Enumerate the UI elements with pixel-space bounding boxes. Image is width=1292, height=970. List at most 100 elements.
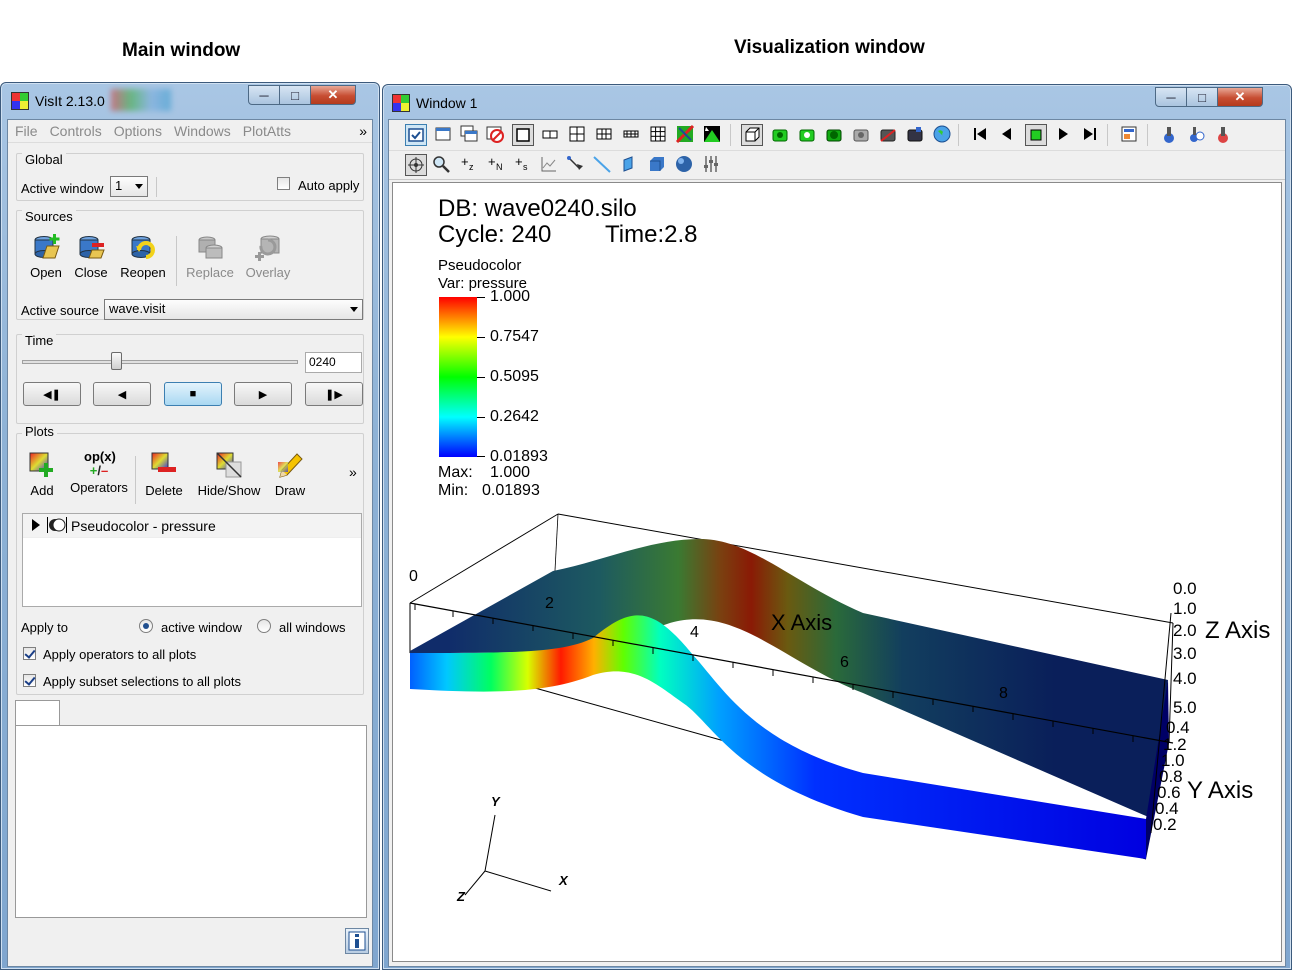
apply-active-window-radio[interactable]	[139, 619, 153, 633]
save-image-icon[interactable]	[878, 124, 900, 146]
step-back-icon: ◀❚	[43, 388, 61, 401]
overlay-button[interactable]: Overlay	[242, 232, 294, 280]
menu-options[interactable]: Options	[114, 123, 162, 139]
close-database-icon	[79, 236, 105, 259]
hide-show-button[interactable]: Hide/Show	[194, 450, 264, 498]
maximize-button[interactable]: □	[279, 85, 311, 105]
last-frame-icon[interactable]	[1080, 124, 1102, 146]
invert-colors-icon[interactable]	[675, 124, 697, 146]
operators-icon: op(x) +/–	[84, 449, 116, 478]
delete-plot-button[interactable]: Delete	[142, 450, 186, 498]
add-window-icon[interactable]	[433, 124, 455, 146]
spreadsheet-pick-icon[interactable]: + s	[512, 154, 534, 176]
x-tick-label: 8	[999, 685, 1008, 702]
pick-tool-icon[interactable]	[1159, 124, 1181, 146]
time-slider-handle[interactable]	[110, 352, 122, 370]
layout-2x2-icon[interactable]	[567, 124, 589, 146]
apply-operators-checkbox[interactable]	[23, 647, 36, 660]
active-source-select[interactable]: wave.visit	[104, 299, 363, 320]
stop-button[interactable]: ■	[164, 382, 222, 406]
plot-list[interactable]: Pseudocolor - pressure	[22, 513, 362, 607]
menu-more-chevron[interactable]: »	[359, 123, 367, 139]
output-tab[interactable]	[15, 700, 60, 726]
spin-mode-icon[interactable]	[702, 124, 724, 146]
box-tool-icon[interactable]	[647, 154, 669, 176]
draw-button[interactable]: Draw	[269, 450, 311, 498]
time-slider-track[interactable]	[22, 360, 298, 364]
lock-time-icon[interactable]	[797, 124, 819, 146]
main-titlebar[interactable]: VisIt 2.13.0 ─ □ ✕	[1, 83, 379, 117]
expand-triangle-icon[interactable]	[32, 519, 40, 531]
print-window-icon[interactable]	[905, 124, 927, 146]
lock-tools-icon[interactable]	[824, 124, 846, 146]
close-window-button[interactable]: ✕	[310, 85, 356, 105]
active-window-toggle-icon[interactable]	[405, 124, 427, 146]
annotation-icon[interactable]	[1119, 124, 1141, 146]
time-group	[16, 334, 364, 424]
step-forward-button[interactable]: ❚▶	[305, 382, 363, 406]
layout-1x2-icon[interactable]	[540, 124, 562, 146]
viz-toolbar-top	[389, 120, 1285, 151]
plot-list-item[interactable]: Pseudocolor - pressure	[23, 514, 361, 538]
render-canvas[interactable]: DB: wave0240.silo Cycle: 240 Time:2.8 Ps…	[392, 182, 1282, 962]
open-button[interactable]: Open	[26, 232, 66, 280]
layout-2x4-icon[interactable]	[621, 124, 643, 146]
apply-all-windows-radio[interactable]	[257, 619, 271, 633]
close-button[interactable]: Close	[71, 232, 111, 280]
globe-icon[interactable]	[932, 124, 954, 146]
menu-file[interactable]: File	[15, 123, 38, 139]
replace-button[interactable]: Replace	[184, 232, 236, 280]
view-3d-box-icon[interactable]	[741, 124, 763, 146]
viz-client-area: + z + N + s DB: wave0240.silo Cycle: 240 Ti…	[388, 119, 1286, 967]
plots-more-chevron[interactable]: »	[349, 464, 357, 480]
layout-3x3-icon[interactable]	[648, 124, 670, 146]
layout-2x3-icon[interactable]	[594, 124, 616, 146]
clone-window-icon[interactable]	[459, 124, 481, 146]
viz-titlebar[interactable]: Window 1 ─ □ ✕	[383, 85, 1291, 119]
camera-icon[interactable]	[851, 124, 873, 146]
first-frame-icon[interactable]	[970, 124, 992, 146]
node-pick-icon[interactable]: + N	[485, 154, 507, 176]
sliders-tool-icon[interactable]	[701, 154, 723, 176]
reopen-button[interactable]: Reopen	[118, 232, 168, 280]
zone-pick-icon[interactable]: + z	[458, 154, 480, 176]
divider	[730, 124, 731, 146]
menu-controls[interactable]: Controls	[50, 123, 102, 139]
curve-pick-icon[interactable]	[539, 154, 561, 176]
navigate-mode-icon[interactable]	[405, 154, 427, 176]
add-plot-button[interactable]: Add	[22, 450, 62, 498]
zoom-mode-icon[interactable]	[431, 154, 453, 176]
play-reverse-button[interactable]: ◀	[93, 382, 151, 406]
pick-clear-icon[interactable]	[1186, 124, 1208, 146]
operators-button[interactable]: op(x) +/– Operators	[64, 449, 134, 496]
clear-all-icon[interactable]	[1213, 124, 1235, 146]
line-tool-icon[interactable]	[592, 154, 614, 176]
viz-caption-buttons: ─ □ ✕	[1155, 87, 1263, 109]
time-state-input[interactable]: 0240	[305, 352, 362, 373]
info-button[interactable]	[345, 928, 369, 954]
viz-toolbar-interaction: + z + N + s	[389, 151, 1285, 180]
menu-windows[interactable]: Windows	[174, 123, 231, 139]
previous-frame-icon[interactable]	[997, 124, 1019, 146]
close-window-button[interactable]: ✕	[1217, 87, 1263, 107]
minimize-button[interactable]: ─	[1155, 87, 1187, 107]
divider	[176, 236, 177, 286]
lock-view-icon[interactable]	[770, 124, 792, 146]
sphere-tool-icon[interactable]	[674, 154, 696, 176]
auto-apply-checkbox[interactable]	[277, 177, 290, 190]
reopen-label: Reopen	[120, 265, 166, 280]
stop-animation-icon[interactable]	[1025, 124, 1047, 146]
step-back-button[interactable]: ◀❚	[23, 382, 81, 406]
play-icon: ▶	[258, 388, 268, 401]
point-tool-icon[interactable]	[565, 154, 587, 176]
maximize-button[interactable]: □	[1186, 87, 1218, 107]
menu-plotatts[interactable]: PlotAtts	[243, 123, 291, 139]
delete-window-icon[interactable]	[485, 124, 507, 146]
layout-1x1-icon[interactable]	[512, 124, 534, 146]
play-animation-icon[interactable]	[1053, 124, 1075, 146]
play-button[interactable]: ▶	[234, 382, 292, 406]
apply-subset-checkbox[interactable]	[23, 674, 36, 687]
active-window-select[interactable]: 1	[110, 176, 148, 197]
minimize-button[interactable]: ─	[248, 85, 280, 105]
plane-tool-icon[interactable]	[620, 154, 642, 176]
